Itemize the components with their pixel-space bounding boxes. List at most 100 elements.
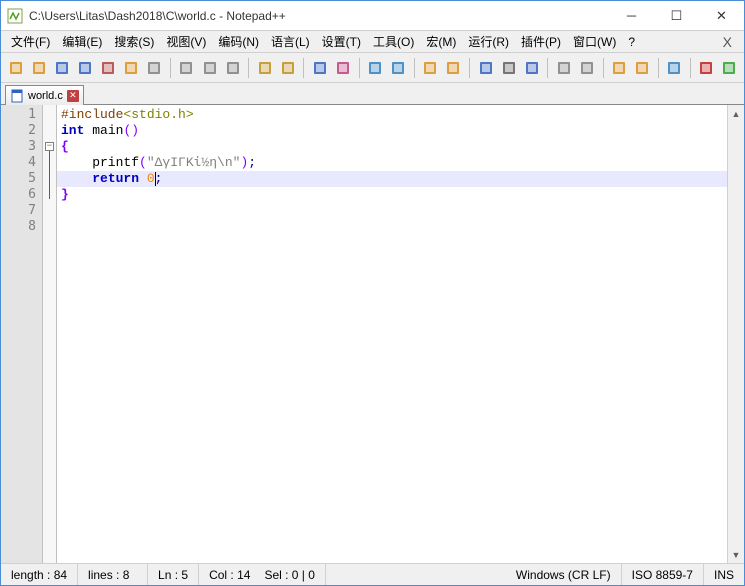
sync-v-button[interactable] xyxy=(420,57,441,79)
cut-button[interactable] xyxy=(176,57,197,79)
close-file-icon xyxy=(100,60,116,76)
doc-map-button[interactable] xyxy=(576,57,597,79)
save-all-button[interactable] xyxy=(74,57,95,79)
sync-h-icon xyxy=(445,60,461,76)
play-icon xyxy=(721,60,737,76)
monitor-button[interactable] xyxy=(664,57,685,79)
folder-icon xyxy=(634,60,650,76)
wrap-icon xyxy=(478,60,494,76)
zoom-in-icon xyxy=(367,60,383,76)
menu-plugins[interactable]: 插件(P) xyxy=(515,31,567,52)
toolbar-separator xyxy=(547,58,548,78)
close-button[interactable]: ✕ xyxy=(699,1,744,30)
code-area[interactable]: #include<stdio.h>int main(){ printf("ΔγΙ… xyxy=(57,105,744,563)
monitor-icon xyxy=(666,60,682,76)
func-list-icon xyxy=(611,60,627,76)
code-line: printf("ΔγΙΓΚί½η\n"); xyxy=(61,155,744,171)
menu-view[interactable]: 视图(V) xyxy=(160,31,212,52)
new-file-button[interactable] xyxy=(5,57,26,79)
maximize-button[interactable]: ☐ xyxy=(654,1,699,30)
status-encoding: ISO 8859-7 xyxy=(622,564,704,585)
redo-button[interactable] xyxy=(277,57,298,79)
line-number: 5 xyxy=(1,171,36,187)
paste-button[interactable] xyxy=(222,57,243,79)
menu-edit[interactable]: 编辑(E) xyxy=(56,31,108,52)
file-icon xyxy=(10,89,24,103)
status-sel: Sel : 0 | 0 xyxy=(254,564,325,585)
fold-toggle[interactable]: − xyxy=(45,142,54,151)
toolbar-separator xyxy=(359,58,360,78)
code-line: } xyxy=(61,187,744,203)
replace-icon xyxy=(335,60,351,76)
minimize-button[interactable]: ─ xyxy=(609,1,654,30)
save-file-button[interactable] xyxy=(51,57,72,79)
toolbar-separator xyxy=(658,58,659,78)
menu-tools[interactable]: 工具(O) xyxy=(367,31,420,52)
line-number: 2 xyxy=(1,123,36,139)
tab-bar: world.c ✕ xyxy=(1,83,744,105)
zoom-out-button[interactable] xyxy=(388,57,409,79)
menu-encoding[interactable]: 编码(N) xyxy=(212,31,265,52)
close-all-icon xyxy=(123,60,139,76)
tab-world-c[interactable]: world.c ✕ xyxy=(5,85,84,105)
cut-icon xyxy=(178,60,194,76)
line-number: 8 xyxy=(1,219,36,235)
lang-icon xyxy=(556,60,572,76)
print-button[interactable] xyxy=(144,57,165,79)
status-bar: length : 84 lines : 8 Ln : 5 Col : 14 Se… xyxy=(1,563,744,585)
all-chars-button[interactable] xyxy=(498,57,519,79)
record-button[interactable] xyxy=(696,57,717,79)
play-button[interactable] xyxy=(719,57,740,79)
func-list-button[interactable] xyxy=(609,57,630,79)
menu-language[interactable]: 语言(L) xyxy=(265,31,316,52)
code-line: #include<stdio.h> xyxy=(61,107,744,123)
line-number: 4 xyxy=(1,155,36,171)
wrap-button[interactable] xyxy=(475,57,496,79)
status-eol: Windows (CR LF) xyxy=(506,564,622,585)
editor-area: 12345678 − #include<stdio.h>int main(){ … xyxy=(1,105,744,563)
close-all-button[interactable] xyxy=(121,57,142,79)
status-mode: INS xyxy=(704,564,744,585)
copy-icon xyxy=(202,60,218,76)
window-title: C:\Users\Litas\Dash2018\C\world.c - Note… xyxy=(29,9,609,23)
open-file-icon xyxy=(31,60,47,76)
folder-button[interactable] xyxy=(632,57,653,79)
lang-button[interactable] xyxy=(553,57,574,79)
zoom-out-icon xyxy=(390,60,406,76)
status-length: length : 84 xyxy=(1,564,78,585)
close-file-button[interactable] xyxy=(98,57,119,79)
menu-window[interactable]: 窗口(W) xyxy=(567,31,622,52)
tab-close-icon[interactable]: ✕ xyxy=(67,90,79,102)
copy-button[interactable] xyxy=(199,57,220,79)
doc-map-icon xyxy=(579,60,595,76)
all-chars-icon xyxy=(501,60,517,76)
indent-guide-button[interactable] xyxy=(521,57,542,79)
find-icon xyxy=(312,60,328,76)
toolbar xyxy=(1,53,744,83)
app-icon xyxy=(7,8,23,24)
menu-run[interactable]: 运行(R) xyxy=(462,31,515,52)
line-number-gutter: 12345678 xyxy=(1,105,43,563)
code-line xyxy=(61,219,744,235)
scroll-down-arrow[interactable]: ▼ xyxy=(728,546,744,563)
code-line: return 0; xyxy=(61,171,744,187)
find-button[interactable] xyxy=(309,57,330,79)
sync-h-button[interactable] xyxy=(443,57,464,79)
menu-file[interactable]: 文件(F) xyxy=(5,31,56,52)
undo-icon xyxy=(257,60,273,76)
undo-button[interactable] xyxy=(254,57,275,79)
menu-help[interactable]: ? xyxy=(622,33,641,51)
zoom-in-button[interactable] xyxy=(365,57,386,79)
toolbar-separator xyxy=(603,58,604,78)
menu-search[interactable]: 搜索(S) xyxy=(108,31,160,52)
replace-button[interactable] xyxy=(332,57,353,79)
title-bar: C:\Users\Litas\Dash2018\C\world.c - Note… xyxy=(1,1,744,31)
menu-close-x[interactable]: X xyxy=(715,34,740,50)
line-number: 3 xyxy=(1,139,36,155)
menu-settings[interactable]: 设置(T) xyxy=(316,31,367,52)
tab-label: world.c xyxy=(28,90,63,102)
code-line xyxy=(61,203,744,219)
open-file-button[interactable] xyxy=(28,57,49,79)
toolbar-separator xyxy=(170,58,171,78)
menu-macro[interactable]: 宏(M) xyxy=(420,31,462,52)
